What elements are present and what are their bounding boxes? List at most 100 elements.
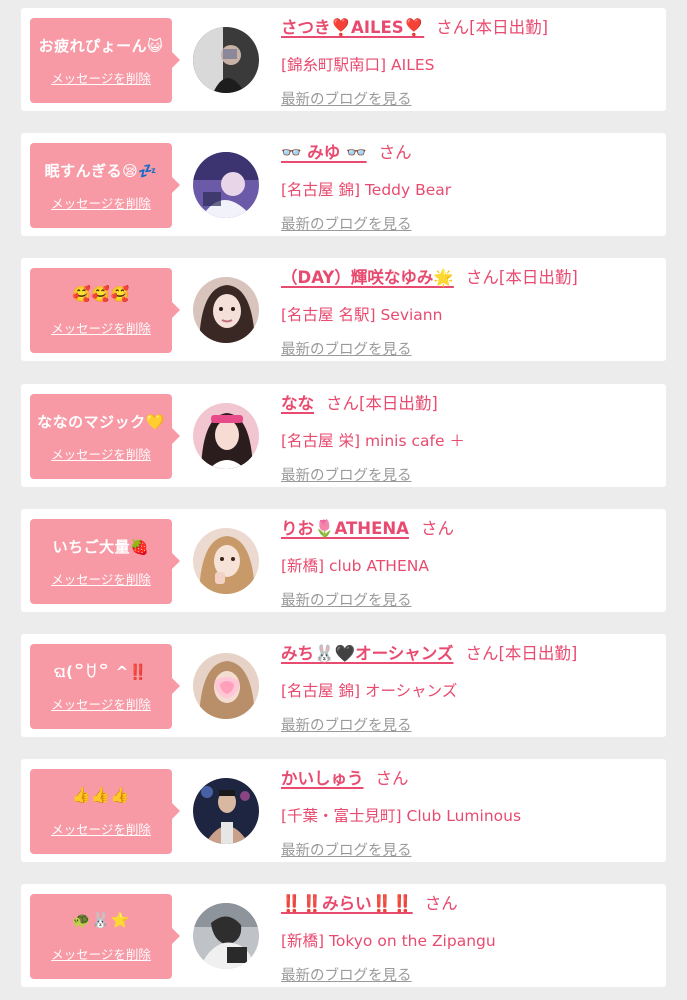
delete-message-link[interactable]: メッセージを削除 [30, 819, 172, 838]
message-bubble: いちご大量🍓 メッセージを削除 [30, 519, 180, 604]
honorific: さん [465, 268, 499, 287]
host-photo-avatar-icon [193, 778, 259, 844]
delete-message-link[interactable]: メッセージを削除 [30, 193, 172, 212]
girl-photo-avatar-icon [193, 277, 259, 343]
delete-message-link[interactable]: メッセージを削除 [30, 944, 172, 963]
girl-photo-avatar-icon [193, 403, 259, 469]
entry-info: （DAY）輝咲なゆみ🌟 さん[本日出勤] [名古屋 名駅] Seviann 最新の… [281, 267, 658, 358]
girl-photo-avatar-icon [193, 152, 259, 218]
message-bubble: ななのマジック💛 メッセージを削除 [30, 394, 180, 479]
avatar[interactable] [193, 778, 259, 844]
message-text: 👍👍👍 [72, 786, 130, 804]
shift-status: [本日出勤] [469, 18, 549, 37]
honorific: さん [326, 394, 359, 413]
entry-info: ‼️‼️みらい‼️‼️ さん [新橋] Tokyo on the Zipangu … [281, 893, 658, 984]
cast-name-link[interactable]: （DAY）輝咲なゆみ🌟 [281, 268, 454, 287]
name-line: りお🌷ATHENA さん [281, 518, 454, 540]
latest-blog-link[interactable]: 最新のブログを見る [281, 215, 412, 235]
delete-message-link[interactable]: メッセージを削除 [30, 569, 172, 588]
message-text: ななのマジック💛 [37, 413, 165, 431]
girl-photo-avatar-icon [193, 528, 259, 594]
cast-name-link[interactable]: なな [281, 394, 314, 413]
entry-info: 👓 みゆ 👓 さん [名古屋 錦] Teddy Bear 最新のブログを見る [281, 142, 658, 233]
message-card: ଘ(꒪ꇴ꒪ ^‼️ メッセージを削除 みち🐰🖤オーシャンズ さん[本日出勤] [名… [21, 634, 666, 737]
entry-info: さつき❣️AILES❣️ さん[本日出勤] [錦糸町駅南口] AILES 最新のブ… [281, 17, 658, 108]
latest-blog-link[interactable]: 最新のブログを見る [281, 90, 412, 110]
delete-message-link[interactable]: メッセージを削除 [30, 444, 172, 463]
cast-name-link[interactable]: さつき❣️AILES❣️ [281, 18, 424, 37]
message-card: 🐢🐰⭐ メッセージを削除 ‼️‼️みらい‼️‼️ さん [新橋] Tokyo on… [21, 884, 666, 987]
shop-name: [錦糸町駅南口] AILES [281, 56, 435, 74]
avatar[interactable] [193, 152, 259, 218]
honorific: さん [465, 644, 499, 663]
name-line: さつき❣️AILES❣️ さん[本日出勤] [281, 17, 548, 39]
message-bubble: 眠すんぎる😪💤 メッセージを削除 [30, 143, 180, 228]
message-bubble: お疲れぴょーん😺 メッセージを削除 [30, 18, 180, 103]
avatar[interactable] [193, 653, 259, 719]
honorific: さん [424, 894, 458, 913]
message-bubble: 🥰🥰🥰 メッセージを削除 [30, 268, 180, 353]
entry-info: なな さん[本日出勤] [名古屋 栄] minis cafe ＋ 最新のブログを見… [281, 393, 658, 484]
message-card: 眠すんぎる😪💤 メッセージを削除 👓 みゆ 👓 さん [名古屋 錦] Teddy … [21, 133, 666, 236]
message-bubble: ଘ(꒪ꇴ꒪ ^‼️ メッセージを削除 [30, 644, 180, 729]
shop-name: [新橋] club ATHENA [281, 557, 429, 575]
message-bubble: 🐢🐰⭐ メッセージを削除 [30, 894, 180, 979]
message-text: ଘ(꒪ꇴ꒪ ^‼️ [53, 663, 149, 681]
girl-photo-avatar-icon [193, 27, 259, 93]
cast-name-link[interactable]: みち🐰🖤オーシャンズ [281, 644, 453, 663]
entry-info: みち🐰🖤オーシャンズ さん[本日出勤] [名古屋 錦] オーシャンズ 最新のブログ… [281, 643, 658, 734]
message-text: お疲れぴょーん😺 [38, 37, 164, 55]
message-card: お疲れぴょーん😺 メッセージを削除 さつき❣️AILES❣️ さん[本日出勤] [… [21, 8, 666, 111]
message-card: ななのマジック💛 メッセージを削除 なな さん[本日出勤] [名古屋 栄] min… [21, 384, 666, 487]
honorific: さん [420, 519, 454, 538]
shop-name: [名古屋 栄] minis cafe ＋ [281, 432, 465, 450]
message-text: 🐢🐰⭐ [72, 911, 130, 929]
name-line: （DAY）輝咲なゆみ🌟 さん[本日出勤] [281, 267, 578, 289]
latest-blog-link[interactable]: 最新のブログを見る [281, 841, 412, 861]
latest-blog-link[interactable]: 最新のブログを見る [281, 716, 412, 736]
delete-message-link[interactable]: メッセージを削除 [30, 318, 172, 337]
latest-blog-link[interactable]: 最新のブログを見る [281, 340, 412, 360]
shift-status: [本日出勤] [498, 268, 578, 287]
shift-status: [本日出勤] [498, 644, 578, 663]
cast-name-link[interactable]: りお🌷ATHENA [281, 519, 409, 538]
girl-photo-avatar-icon [193, 903, 259, 969]
shop-name: [新橋] Tokyo on the Zipangu [281, 932, 496, 950]
cast-name-link[interactable]: 👓 みゆ 👓 [281, 143, 367, 162]
name-line: 👓 みゆ 👓 さん [281, 142, 412, 164]
honorific: さん [378, 143, 412, 162]
name-line: みち🐰🖤オーシャンズ さん[本日出勤] [281, 643, 577, 665]
honorific: さん [436, 18, 470, 37]
message-text: いちご大量🍓 [52, 538, 150, 556]
avatar[interactable] [193, 277, 259, 343]
message-card: いちご大量🍓 メッセージを削除 りお🌷ATHENA さん [新橋] club AT… [21, 509, 666, 612]
name-line: なな さん[本日出勤] [281, 393, 438, 415]
delete-message-link[interactable]: メッセージを削除 [30, 68, 172, 87]
girl-photo-avatar-icon [193, 653, 259, 719]
latest-blog-link[interactable]: 最新のブログを見る [281, 591, 412, 611]
message-card: 👍👍👍 メッセージを削除 かいしゅう さん [千葉・富士見町] Club Lumi… [21, 759, 666, 862]
shop-name: [名古屋 錦] オーシャンズ [281, 682, 458, 700]
message-text: 眠すんぎる😪💤 [44, 162, 158, 180]
latest-blog-link[interactable]: 最新のブログを見る [281, 966, 412, 986]
shop-name: [名古屋 錦] Teddy Bear [281, 181, 452, 199]
shift-status: [本日出勤] [359, 394, 438, 413]
shop-name: [名古屋 名駅] Seviann [281, 306, 443, 324]
name-line: ‼️‼️みらい‼️‼️ さん [281, 893, 458, 915]
name-line: かいしゅう さん [281, 768, 409, 790]
message-text: 🥰🥰🥰 [72, 285, 130, 303]
latest-blog-link[interactable]: 最新のブログを見る [281, 466, 412, 486]
message-card: 🥰🥰🥰 メッセージを削除 （DAY）輝咲なゆみ🌟 さん[本日出勤] [名古屋 名駅… [21, 258, 666, 361]
entry-info: かいしゅう さん [千葉・富士見町] Club Luminous 最新のブログを見… [281, 768, 658, 859]
honorific: さん [375, 769, 409, 788]
message-bubble: 👍👍👍 メッセージを削除 [30, 769, 180, 854]
cast-name-link[interactable]: ‼️‼️みらい‼️‼️ [281, 894, 413, 913]
avatar[interactable] [193, 27, 259, 93]
avatar[interactable] [193, 528, 259, 594]
cast-name-link[interactable]: かいしゅう [281, 769, 364, 788]
entry-info: りお🌷ATHENA さん [新橋] club ATHENA 最新のブログを見る [281, 518, 658, 609]
shop-name: [千葉・富士見町] Club Luminous [281, 807, 522, 825]
avatar[interactable] [193, 403, 259, 469]
avatar[interactable] [193, 903, 259, 969]
delete-message-link[interactable]: メッセージを削除 [30, 694, 172, 713]
